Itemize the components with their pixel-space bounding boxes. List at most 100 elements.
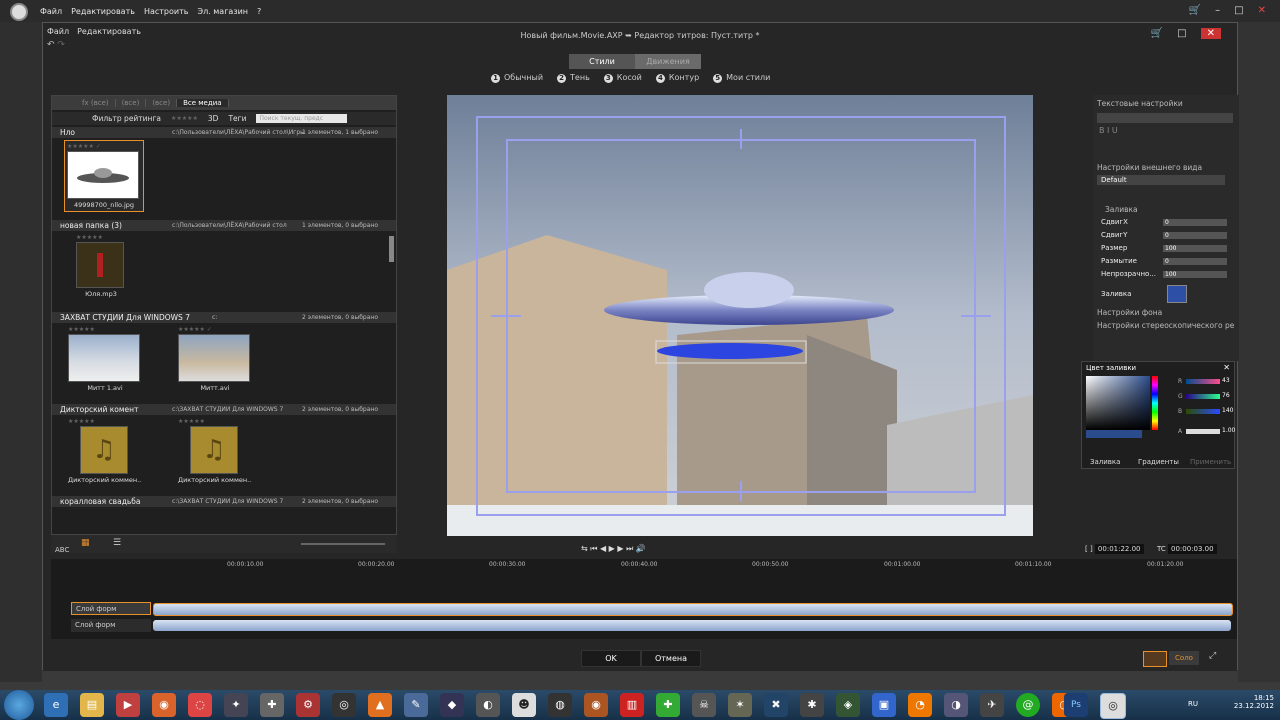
clock-date[interactable]: 23.12.2012 (1234, 702, 1274, 710)
appearance-preset[interactable]: Default (1097, 175, 1225, 185)
app-icon[interactable]: ✈ (980, 693, 1004, 717)
fullscreen-icon[interactable]: ⤢ (1209, 651, 1216, 661)
filter-3d[interactable]: 3D (208, 114, 219, 123)
text-settings-header[interactable]: Текстовые настройки (1097, 99, 1183, 108)
item-rating[interactable]: ★★★★★ (178, 418, 252, 426)
fill-color-swatch[interactable] (1167, 285, 1187, 303)
tab-motions[interactable]: Движения (635, 54, 701, 69)
timeline-track[interactable]: Слой форм (55, 619, 1231, 632)
library-search-input[interactable]: Поиск текущ. предс (256, 114, 348, 123)
track-clip[interactable] (153, 620, 1231, 631)
close-icon[interactable]: ✕ (1223, 363, 1230, 372)
app-icon[interactable]: ◍ (548, 693, 572, 717)
language-indicator[interactable]: RU (1188, 700, 1198, 708)
app-icon[interactable]: ◉ (152, 693, 176, 717)
app-icon[interactable]: ◉ (584, 693, 608, 717)
firefox-icon[interactable]: ◔ (908, 693, 932, 717)
clock-time[interactable]: 18:15 (1234, 694, 1274, 702)
maximize-icon[interactable]: □ (1234, 5, 1243, 16)
stereo-settings-header[interactable]: Настройки стереоскопического ре (1097, 321, 1234, 330)
library-group[interactable]: ЗАХВАТ СТУДИИ Для WINDOWS 7 c: 2 элемент… (52, 312, 396, 323)
close-icon[interactable]: ✕ (1258, 5, 1266, 16)
dialog-close-icon[interactable]: ✕ (1200, 28, 1221, 39)
app-icon[interactable]: ☻ (512, 693, 536, 717)
app-icon[interactable]: ✱ (800, 693, 824, 717)
style-italic[interactable]: 3 Косой (603, 73, 642, 83)
dialog-cart-icon[interactable]: 🛒 (1151, 28, 1163, 39)
library-item[interactable]: ★★★★★ ♫ Дикторский коммен... (178, 418, 252, 484)
blue-slider[interactable] (1186, 409, 1220, 414)
tab-styles[interactable]: Стили (569, 54, 635, 69)
item-rating[interactable]: ★★★★★ ✓ (67, 143, 141, 151)
lib-tab-all-1[interactable]: (все) (116, 99, 147, 107)
app-icon[interactable]: ✶ (728, 693, 752, 717)
dialog-maximize-icon[interactable]: □ (1177, 28, 1186, 39)
size-field[interactable]: 100 (1163, 245, 1227, 252)
app-icon[interactable]: ◌ (188, 693, 212, 717)
menu-store[interactable]: Эл. магазин (197, 7, 248, 16)
app-icon[interactable]: ✚ (260, 693, 284, 717)
appearance-header[interactable]: Настройки внешнего вида (1097, 163, 1202, 172)
title-preview-canvas[interactable] (447, 95, 1033, 536)
hue-slider[interactable] (1152, 376, 1158, 430)
library-item[interactable]: ★★★★★ Митт 1.avi (68, 326, 142, 392)
app-icon[interactable]: ✦ (224, 693, 248, 717)
app-icon[interactable]: ☠ (692, 693, 716, 717)
cancel-button[interactable]: Отмена (641, 650, 701, 667)
rating-stars[interactable]: ★★★★★ (171, 115, 198, 123)
filter-tags[interactable]: Теги (228, 114, 246, 123)
tab-gradients[interactable]: Градиенты (1138, 458, 1179, 466)
font-style-buttons[interactable]: B I U (1099, 126, 1118, 135)
preview-mode-icon[interactable] (1143, 651, 1167, 667)
blur-field[interactable]: 0 (1163, 258, 1227, 265)
offset-y-field[interactable]: 0 (1163, 232, 1227, 239)
rating-filter[interactable]: Фильтр рейтинга (92, 114, 161, 123)
tab-fill[interactable]: Заливка (1090, 458, 1120, 466)
red-slider[interactable] (1186, 379, 1220, 384)
item-rating[interactable]: ★★★★★ (68, 418, 142, 426)
menu-setup[interactable]: Настроить (144, 7, 189, 16)
app-icon[interactable]: ⚙ (296, 693, 320, 717)
pinnacle-icon[interactable]: ◎ (1100, 693, 1126, 719)
app-icon[interactable]: ◎ (332, 693, 356, 717)
undo-icon[interactable]: ↶ (47, 40, 55, 50)
solo-button[interactable]: Соло (1169, 651, 1199, 665)
lib-tab-fx[interactable]: fx (все) (76, 99, 116, 107)
apply-button[interactable]: Применить (1190, 458, 1231, 466)
app-icon[interactable]: ✚ (656, 693, 680, 717)
library-item[interactable]: ★★★★★ ✓ 49998700_nllo.jpg (64, 140, 144, 212)
app-icon[interactable]: ▥ (620, 693, 644, 717)
lib-tab-all-media[interactable]: Все медиа (177, 99, 229, 107)
item-rating[interactable]: ★★★★★ (68, 326, 142, 334)
style-shadow[interactable]: 2 Тень (557, 73, 590, 83)
ok-button[interactable]: OK (581, 650, 641, 667)
minimize-icon[interactable]: – (1215, 5, 1220, 16)
app-icon[interactable]: ▲ (368, 693, 392, 717)
app-icon[interactable]: ▣ (872, 693, 896, 717)
menu-help[interactable]: ? (257, 7, 261, 16)
offset-x-field[interactable]: 0 (1163, 219, 1227, 226)
redo-icon[interactable]: ↷ (57, 40, 65, 50)
color-field[interactable] (1086, 376, 1150, 430)
bg-settings-header[interactable]: Настройки фона (1097, 308, 1162, 317)
font-name-field[interactable] (1097, 113, 1233, 123)
menu-file[interactable]: Файл (40, 7, 62, 16)
library-group[interactable]: Нло c:\Пользователи\ЛЁХА\Рабочий стол\Иг… (52, 127, 396, 138)
library-group[interactable]: новая папка (3) c:\Пользователи\ЛЁХА\Раб… (52, 220, 396, 231)
folder-icon[interactable]: ▤ (80, 693, 104, 717)
style-outline[interactable]: 4 Контур (655, 73, 699, 83)
app-icon[interactable]: ◐ (476, 693, 500, 717)
menu-edit[interactable]: Редактировать (71, 7, 135, 16)
opacity-field[interactable]: 100 (1163, 271, 1227, 278)
item-rating[interactable]: ★★★★★ (76, 234, 150, 242)
library-item[interactable]: ★★★★★ Юля.mp3 (76, 234, 150, 298)
app-icon[interactable]: ◑ (944, 693, 968, 717)
app-icon[interactable]: ✖ (764, 693, 788, 717)
start-button[interactable] (4, 690, 34, 720)
item-rating[interactable]: ★★★★★ ✓ (178, 326, 252, 334)
alpha-slider[interactable] (1186, 429, 1220, 434)
lib-tab-all-2[interactable]: (все) (146, 99, 178, 107)
library-scrollbar[interactable] (389, 236, 394, 262)
media-icon[interactable]: ▶ (116, 693, 140, 717)
fill-section-header[interactable]: Заливка (1105, 205, 1138, 214)
